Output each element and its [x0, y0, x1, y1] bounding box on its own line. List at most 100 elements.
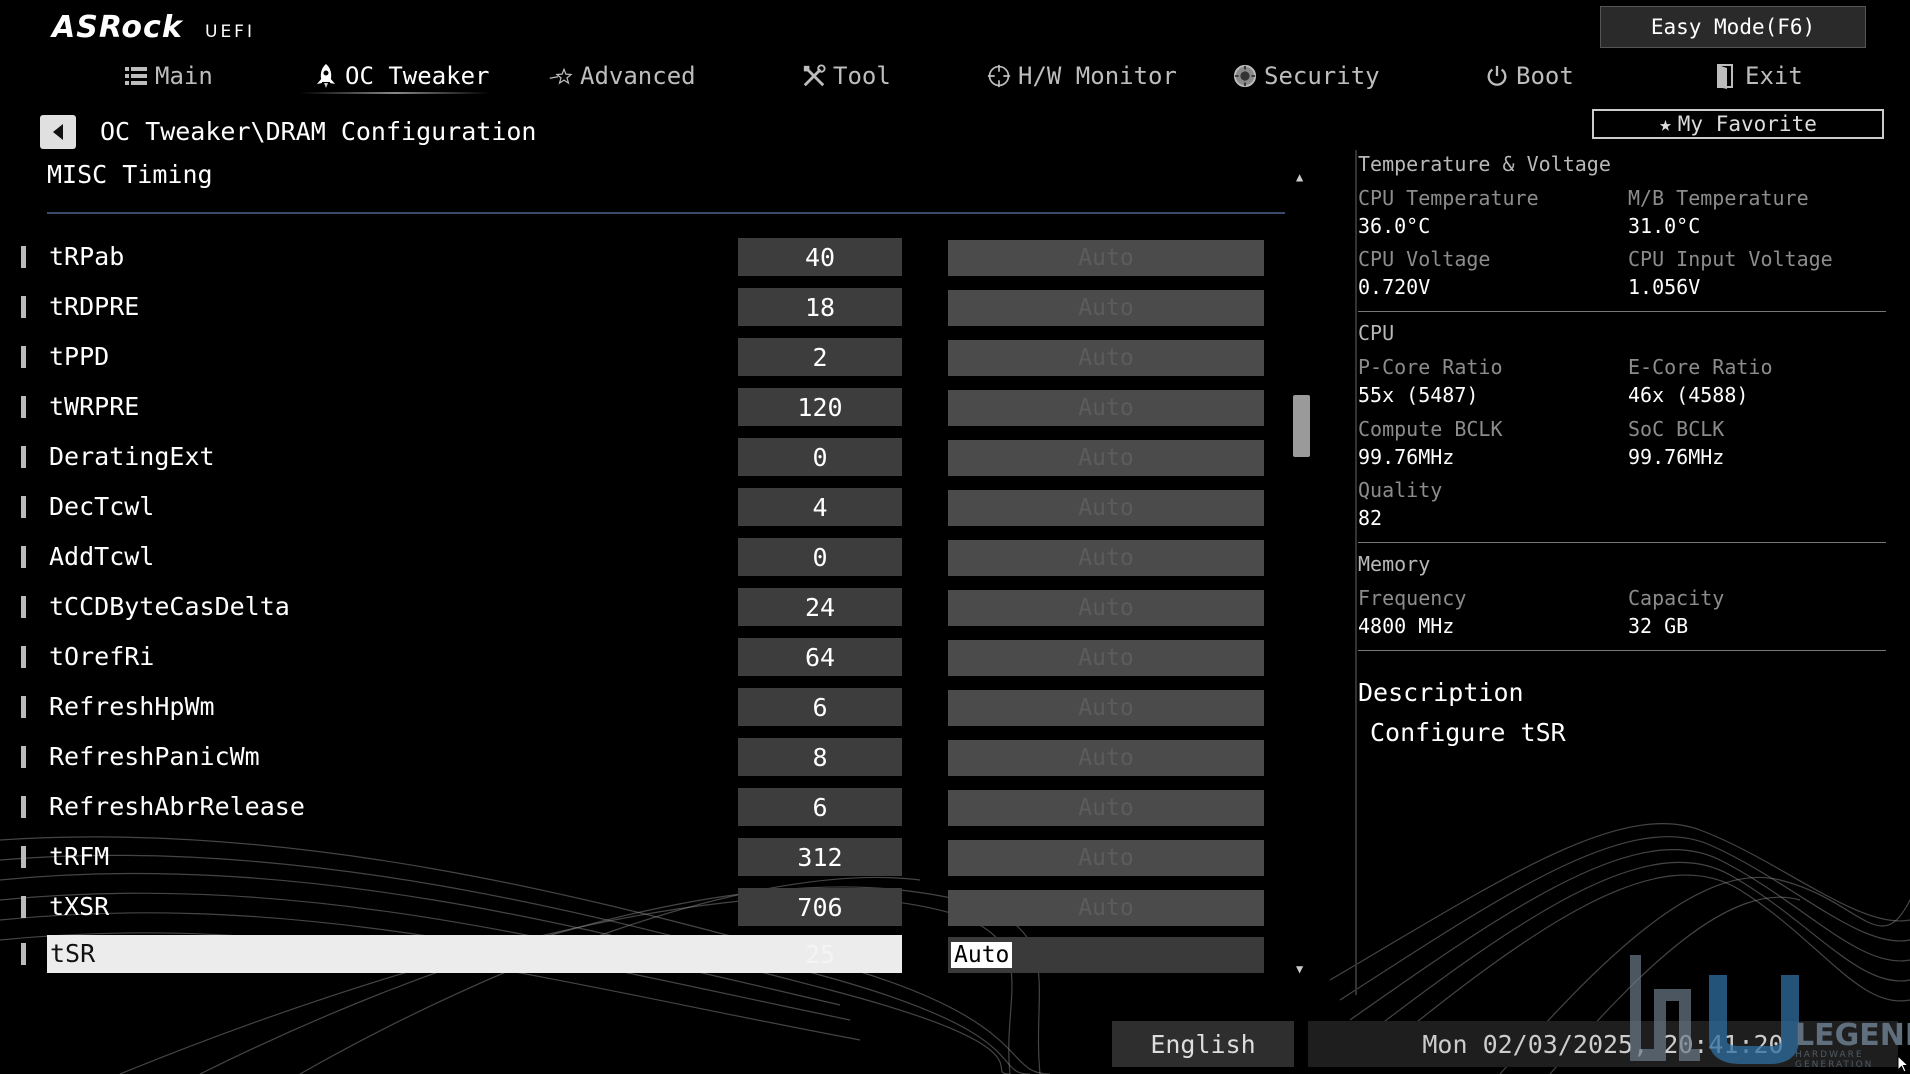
setting-current-value: 0 — [738, 438, 902, 476]
setting-row-selected[interactable]: tSR 25 Auto — [0, 935, 1300, 975]
setting-row[interactable]: tCCDByteCasDelta 24 Auto — [0, 588, 1300, 628]
rocket-icon — [314, 64, 338, 88]
setting-option[interactable]: Auto — [948, 890, 1264, 926]
setting-label: tRPab — [49, 242, 125, 271]
tab-boot[interactable]: Boot — [1485, 56, 1574, 96]
setting-row[interactable]: DecTcwl 4 Auto — [0, 488, 1300, 528]
setting-current-value: 18 — [738, 288, 902, 326]
setting-current-value: 120 — [738, 388, 902, 426]
row-marker — [21, 943, 26, 965]
setting-current-value: 6 — [738, 788, 902, 826]
scroll-up-arrow-icon[interactable]: ▲ — [1296, 170, 1303, 184]
back-arrow-icon — [53, 124, 63, 140]
soc-bclk-value: 99.76MHz — [1628, 445, 1725, 469]
setting-option[interactable]: Auto — [948, 690, 1264, 726]
tab-advanced[interactable]: Advanced — [549, 56, 696, 96]
setting-row[interactable]: DeratingExt 0 Auto — [0, 438, 1300, 478]
cpu-input-voltage-value: 1.056V — [1628, 275, 1701, 299]
setting-current-value: 4 — [738, 488, 902, 526]
setting-option[interactable]: Auto — [948, 290, 1264, 326]
setting-row[interactable]: tPPD 2 Auto — [0, 338, 1300, 378]
setting-option[interactable]: Auto — [948, 440, 1264, 476]
row-marker — [21, 396, 26, 418]
row-marker — [21, 646, 26, 668]
section-divider — [47, 212, 1285, 214]
tab-advanced-label: Advanced — [580, 62, 696, 90]
tab-hw-monitor[interactable]: H/W Monitor — [987, 56, 1177, 96]
setting-row[interactable]: tXSR 706 Auto — [0, 888, 1300, 928]
row-marker — [21, 546, 26, 568]
setting-option[interactable]: Auto — [948, 840, 1264, 876]
description-text: Configure tSR — [1370, 718, 1566, 747]
setting-label: DecTcwl — [49, 492, 155, 521]
watermark-text: LEGEND — [1795, 1018, 1910, 1053]
setting-current-value: 312 — [738, 838, 902, 876]
my-favorite-button[interactable]: ★ My Favorite — [1592, 109, 1884, 139]
setting-current-value: 24 — [738, 588, 902, 626]
setting-row[interactable]: AddTcwl 0 Auto — [0, 538, 1300, 578]
setting-label: RefreshPanicWm — [49, 742, 260, 771]
row-marker — [21, 346, 26, 368]
setting-row[interactable]: tWRPRE 120 Auto — [0, 388, 1300, 428]
watermark-subtext: HARDWARE GENERATION — [1795, 1050, 1874, 1070]
row-marker — [21, 496, 26, 518]
tab-oc-tweaker-label: OC Tweaker — [345, 62, 490, 90]
capacity-label: Capacity — [1628, 586, 1725, 610]
row-marker — [21, 246, 26, 268]
tab-oc-tweaker[interactable]: OC Tweaker — [314, 56, 490, 96]
list-icon — [124, 64, 148, 88]
mb-temp-label: M/B Temperature — [1628, 186, 1809, 210]
pcore-ratio-label: P-Core Ratio — [1358, 355, 1503, 379]
back-button[interactable] — [40, 115, 76, 149]
setting-row[interactable]: tRFM 312 Auto — [0, 838, 1300, 878]
setting-option[interactable]: Auto — [948, 240, 1264, 276]
setting-row[interactable]: tRDPRE 18 Auto — [0, 288, 1300, 328]
row-marker — [21, 746, 26, 768]
setting-row[interactable]: RefreshAbrRelease 6 Auto — [0, 788, 1300, 828]
cpu-temp-label: CPU Temperature — [1358, 186, 1539, 210]
tab-tool[interactable]: Tool — [802, 56, 891, 96]
setting-option[interactable]: Auto — [948, 790, 1264, 826]
tab-main[interactable]: Main — [124, 56, 213, 96]
setting-current-value: 0 — [738, 538, 902, 576]
setting-label: AddTcwl — [49, 542, 155, 571]
cpu-heading: CPU — [1358, 321, 1395, 345]
active-tab-indicator — [300, 92, 490, 94]
panel-divider — [1358, 311, 1886, 312]
star-icon: ★ — [1659, 112, 1672, 136]
setting-option[interactable]: Auto — [948, 390, 1264, 426]
setting-option[interactable]: Auto — [948, 540, 1264, 576]
panel-divider — [1358, 542, 1886, 543]
setting-label: RefreshHpWm — [49, 692, 215, 721]
setting-row[interactable]: RefreshHpWm 6 Auto — [0, 688, 1300, 728]
row-marker — [21, 796, 26, 818]
row-marker — [21, 846, 26, 868]
setting-current-value: 40 — [738, 238, 902, 276]
setting-option[interactable]: Auto — [948, 740, 1264, 776]
scroll-down-arrow-icon[interactable]: ▼ — [1296, 962, 1303, 976]
setting-row[interactable]: tOrefRi 64 Auto — [0, 638, 1300, 678]
setting-label: tSR — [50, 939, 96, 968]
quality-value: 82 — [1358, 506, 1383, 530]
scrollbar-thumb[interactable] — [1293, 395, 1310, 457]
setting-option[interactable]: Auto — [948, 640, 1264, 676]
setting-option-selected[interactable]: Auto — [948, 937, 1264, 973]
quality-label: Quality — [1358, 478, 1443, 502]
setting-row[interactable]: RefreshPanicWm 8 Auto — [0, 738, 1300, 778]
crosshair-icon — [987, 64, 1011, 88]
tab-exit[interactable]: Exit — [1714, 56, 1803, 96]
setting-current-value: 706 — [738, 888, 902, 926]
soc-bclk-label: SoC BCLK — [1628, 417, 1725, 441]
my-favorite-label: My Favorite — [1677, 112, 1817, 136]
setting-option[interactable]: Auto — [948, 490, 1264, 526]
tools-icon — [802, 64, 826, 88]
setting-option[interactable]: Auto — [948, 340, 1264, 376]
setting-row[interactable]: tRPab 40 Auto — [0, 238, 1300, 278]
setting-current-value: 25 — [804, 939, 836, 969]
tab-security-label: Security — [1264, 62, 1380, 90]
setting-option[interactable]: Auto — [948, 590, 1264, 626]
tab-security[interactable]: Security — [1233, 56, 1380, 96]
brand-sub: UEFI — [205, 22, 255, 42]
easy-mode-button[interactable]: Easy Mode(F6) — [1600, 6, 1866, 48]
language-button[interactable]: English — [1112, 1021, 1294, 1067]
